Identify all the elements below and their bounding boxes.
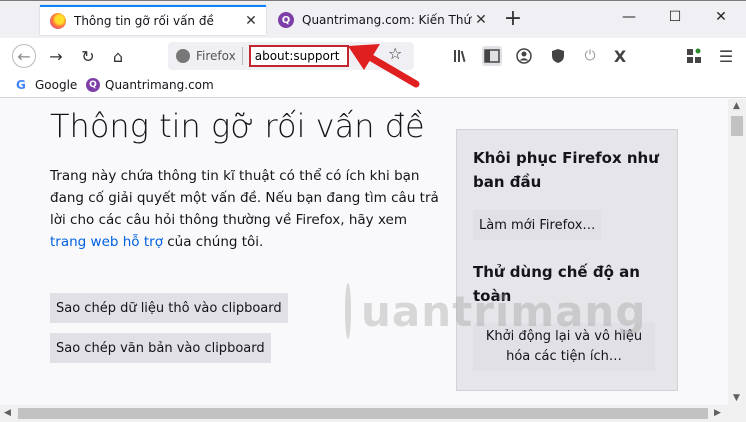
- account-icon[interactable]: [514, 46, 534, 66]
- bookmark-google[interactable]: G Google: [16, 78, 77, 92]
- horizontal-scroll-thumb[interactable]: [18, 408, 708, 419]
- sidebar-icon[interactable]: [482, 46, 502, 66]
- scroll-right-icon[interactable]: ▶: [714, 408, 721, 418]
- watermark-text: uantrimang: [361, 286, 647, 336]
- page-content: Thông tin gỡ rối vấn đề Trang này chứa t…: [0, 99, 728, 405]
- close-tab-icon[interactable]: ✕: [242, 13, 260, 29]
- menu-icon[interactable]: ☰: [716, 46, 736, 66]
- close-window-button[interactable]: ✕: [706, 9, 736, 25]
- url-separator: [241, 47, 243, 65]
- copy-text-button[interactable]: Sao chép văn bản vào clipboard: [50, 333, 271, 363]
- tab-title: Quantrimang.com: Kiến Thức C: [302, 13, 472, 27]
- reload-button[interactable]: ↻: [76, 44, 100, 68]
- url-input[interactable]: [248, 45, 349, 67]
- minimize-button[interactable]: —: [614, 9, 644, 25]
- copy-raw-data-button[interactable]: Sao chép dữ liệu thô vào clipboard: [50, 293, 288, 323]
- vertical-scroll-thumb[interactable]: [731, 116, 743, 136]
- identity-icon[interactable]: [176, 49, 190, 63]
- bookmark-quantrimang[interactable]: Q Quantrimang.com: [86, 78, 214, 92]
- annotation-arrow-icon: [348, 44, 420, 88]
- firefox-icon: [50, 13, 66, 29]
- home-button[interactable]: ⌂: [106, 44, 130, 68]
- page-title: Thông tin gỡ rối vấn đề: [50, 107, 425, 145]
- extensions-icon[interactable]: [684, 46, 704, 66]
- identity-label: Firefox: [196, 49, 236, 63]
- x-icon[interactable]: X: [610, 46, 630, 66]
- quantrimang-icon: Q: [278, 12, 294, 28]
- google-icon: G: [16, 78, 26, 92]
- bookmark-label: Google: [35, 78, 78, 92]
- refresh-firefox-button[interactable]: Làm mới Firefox…: [473, 210, 602, 240]
- scroll-up-icon[interactable]: ▲: [733, 101, 740, 111]
- bookmark-label: Quantrimang.com: [105, 78, 214, 92]
- tab-strip: Thông tin gỡ rối vấn đề ✕ Q Quantrimang.…: [0, 0, 746, 38]
- intro-text: Trang này chứa thông tin kĩ thuật có thể…: [50, 168, 439, 228]
- shield-icon[interactable]: [548, 46, 568, 66]
- new-tab-button[interactable]: +: [500, 7, 526, 33]
- quantrimang-icon: Q: [86, 78, 100, 92]
- tab-title: Thông tin gỡ rối vấn đề: [74, 14, 214, 28]
- vertical-scrollbar[interactable]: [728, 99, 746, 405]
- intro-tail: của chúng tôi.: [162, 234, 264, 250]
- tab-quantrimang[interactable]: Q Quantrimang.com: Kiến Thức C ✕: [268, 5, 496, 35]
- intro-paragraph: Trang này chứa thông tin kĩ thuật có thể…: [50, 165, 440, 253]
- back-button[interactable]: ←: [12, 44, 36, 68]
- library-icon[interactable]: [450, 46, 470, 66]
- support-link[interactable]: trang web hỗ trợ: [50, 234, 163, 250]
- lightbulb-icon: [345, 283, 351, 339]
- scroll-left-icon[interactable]: ◀: [4, 408, 11, 418]
- tab-troubleshooting[interactable]: Thông tin gỡ rối vấn đề ✕: [40, 5, 266, 35]
- power-icon[interactable]: ⏻: [580, 46, 600, 66]
- scroll-down-icon[interactable]: ▼: [733, 393, 740, 403]
- sidebar-panel: Khôi phục Firefox như ban đầu Làm mới Fi…: [456, 129, 678, 391]
- close-tab-icon[interactable]: ✕: [472, 12, 490, 28]
- forward-button[interactable]: →: [44, 44, 68, 68]
- reset-heading: Khôi phục Firefox như ban đầu: [473, 149, 659, 191]
- maximize-button[interactable]: ☐: [660, 9, 690, 25]
- watermark: uantrimang: [345, 271, 645, 351]
